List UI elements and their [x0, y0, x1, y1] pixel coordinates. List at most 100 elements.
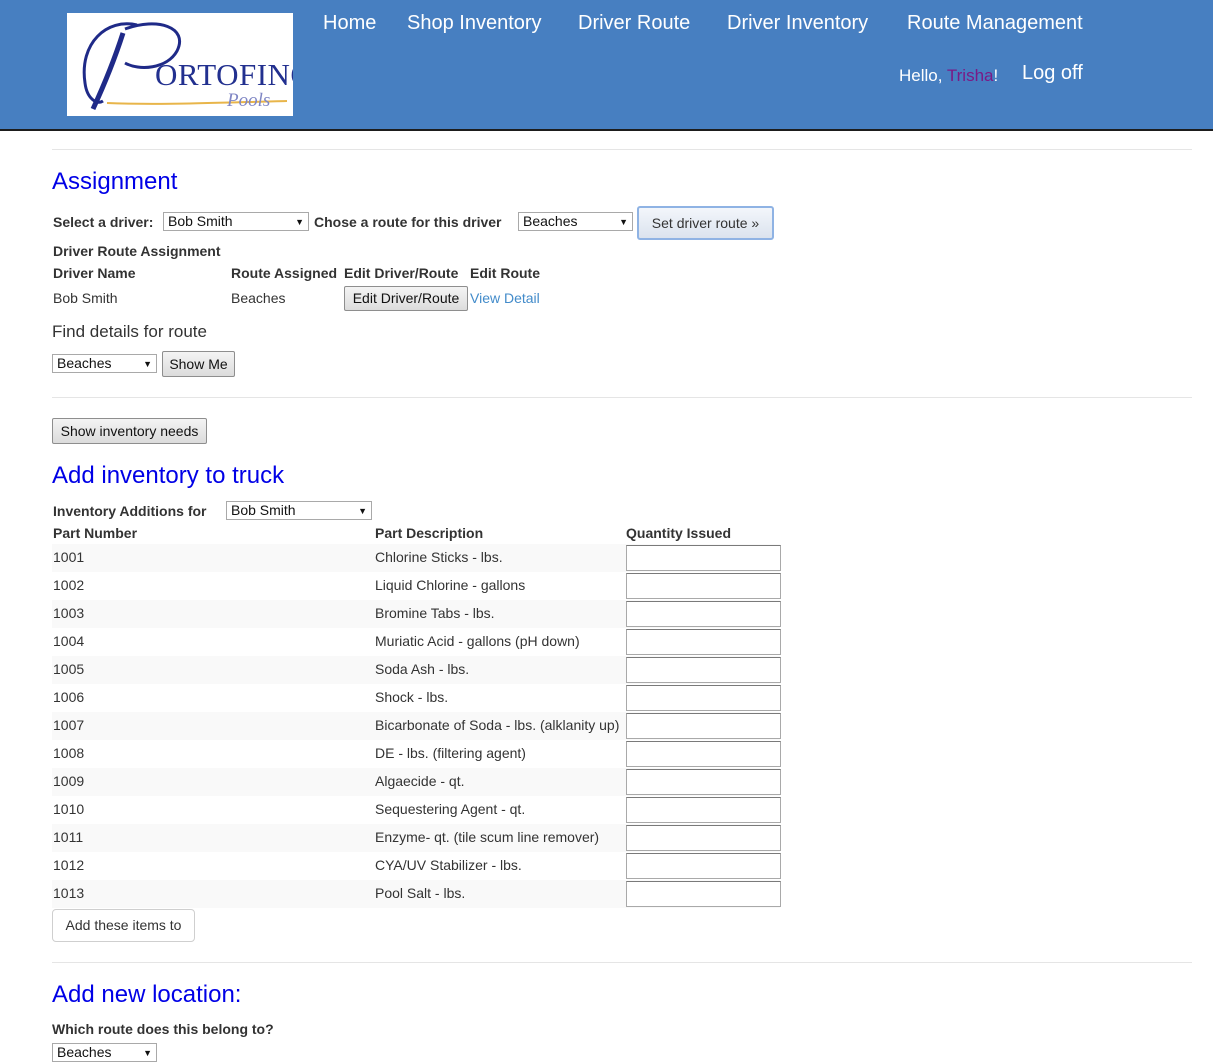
divider [52, 962, 1192, 963]
quantity-input[interactable] [626, 629, 781, 655]
user-greeting: Hello, Trisha! [899, 65, 998, 87]
quantity-input[interactable] [626, 573, 781, 599]
table-row: 1008 DE - lbs. (filtering agent) [52, 740, 781, 768]
log-off-link[interactable]: Log off [1022, 61, 1083, 85]
table-row: 1009 Algaecide - qt. [52, 768, 781, 796]
add-inventory-heading: Add inventory to truck [52, 462, 285, 489]
col-part-description: Part Description [375, 525, 484, 541]
find-route-select[interactable]: Beaches ▼ [52, 354, 157, 373]
find-route-details-label: Find details for route [52, 322, 207, 341]
divider [52, 149, 1192, 150]
part-description: Pool Salt - lbs. [375, 885, 466, 901]
greeting-prefix: Hello, [899, 66, 947, 85]
part-number: 1011 [53, 829, 84, 845]
part-description: Algaecide - qt. [375, 773, 465, 789]
col-edit-route: Edit Route [470, 265, 540, 281]
location-route-select[interactable]: Beaches ▼ [52, 1043, 157, 1062]
route-select[interactable]: Beaches ▼ [518, 212, 633, 231]
part-number: 1005 [53, 661, 85, 677]
table-row: 1012 CYA/UV Stabilizer - lbs. [52, 852, 781, 880]
table-row: 1002 Liquid Chlorine - gallons [52, 572, 781, 600]
find-route-select-value: Beaches [57, 355, 112, 371]
nav-driver-inventory[interactable]: Driver Inventory [727, 11, 868, 35]
part-description: CYA/UV Stabilizer - lbs. [375, 857, 522, 873]
nav-shop-inventory[interactable]: Shop Inventory [407, 11, 542, 35]
nav-home[interactable]: Home [323, 11, 376, 35]
add-new-location-heading: Add new location: [52, 981, 242, 1008]
part-number: 1009 [53, 773, 85, 789]
route-question-label: Which route does this belong to? [52, 1021, 274, 1037]
part-description: Shock - lbs. [375, 689, 449, 705]
part-description: DE - lbs. (filtering agent) [375, 745, 526, 761]
quantity-input[interactable] [626, 797, 781, 823]
set-driver-route-button[interactable]: Set driver route » [637, 206, 774, 240]
quantity-input[interactable] [626, 713, 781, 739]
driver-select[interactable]: Bob Smith ▼ [163, 212, 309, 231]
assigned-driver-name: Bob Smith [53, 290, 118, 306]
portofino-pools-logo[interactable]: ORTOFINO Pools [67, 13, 293, 116]
logo-brand-text: ORTOFINO [155, 57, 293, 92]
table-row: 1003 Bromine Tabs - lbs. [52, 600, 781, 628]
greeting-suffix: ! [993, 66, 999, 85]
part-description: Muriatic Acid - gallons (pH down) [375, 633, 580, 649]
quantity-input[interactable] [626, 825, 781, 851]
dropdown-arrow-icon: ▼ [619, 217, 628, 227]
top-navbar: ORTOFINO Pools Home Shop Inventory Drive… [0, 0, 1213, 131]
col-quantity-issued: Quantity Issued [626, 525, 732, 541]
assignment-heading: Assignment [52, 168, 178, 195]
route-select-label: Chose a route for this driver [314, 214, 502, 230]
part-description: Bromine Tabs - lbs. [375, 605, 495, 621]
inventory-driver-select[interactable]: Bob Smith ▼ [226, 501, 372, 520]
location-route-select-value: Beaches [57, 1044, 112, 1060]
part-number: 1002 [53, 577, 85, 593]
show-me-button[interactable]: Show Me [162, 351, 235, 377]
part-number: 1006 [53, 689, 85, 705]
part-number: 1007 [53, 717, 85, 733]
table-row: 1004 Muriatic Acid - gallons (pH down) [52, 628, 781, 656]
select-driver-label: Select a driver: [53, 214, 154, 230]
table-row: 1007 Bicarbonate of Soda - lbs. (alklanit… [52, 712, 781, 740]
table-row: 1001 Chlorine Sticks - lbs. [52, 544, 781, 572]
quantity-input[interactable] [626, 545, 781, 571]
quantity-input[interactable] [626, 769, 781, 795]
dropdown-arrow-icon: ▼ [295, 217, 304, 227]
driver-route-assignment-heading: Driver Route Assignment [53, 243, 221, 259]
col-driver-name: Driver Name [53, 265, 136, 281]
dropdown-arrow-icon: ▼ [143, 1048, 152, 1058]
add-items-to-truck-button[interactable]: Add these items to [52, 909, 195, 942]
part-number: 1010 [53, 801, 85, 817]
username-link[interactable]: Trisha [947, 66, 994, 85]
edit-driver-route-button[interactable]: Edit Driver/Route [344, 286, 468, 311]
assigned-route-name: Beaches [231, 290, 286, 306]
part-description: Chlorine Sticks - lbs. [375, 549, 503, 565]
divider [52, 397, 1192, 398]
part-description: Sequestering Agent - qt. [375, 801, 526, 817]
table-row: 1010 Sequestering Agent - qt. [52, 796, 781, 824]
quantity-input[interactable] [626, 881, 781, 907]
nav-driver-route[interactable]: Driver Route [578, 11, 690, 35]
part-description: Bicarbonate of Soda - lbs. (alklanity up… [375, 717, 620, 733]
table-row: 1013 Pool Salt - lbs. [52, 880, 781, 908]
driver-select-value: Bob Smith [168, 213, 233, 229]
quantity-input[interactable] [626, 853, 781, 879]
quantity-input[interactable] [626, 685, 781, 711]
table-row: 1011 Enzyme- qt. (tile scum line remover) [52, 824, 781, 852]
part-number: 1012 [53, 857, 85, 873]
part-number: 1008 [53, 745, 85, 761]
part-number: 1004 [53, 633, 85, 649]
quantity-input[interactable] [626, 601, 781, 627]
nav-route-management[interactable]: Route Management [907, 11, 1083, 35]
part-description: Enzyme- qt. (tile scum line remover) [375, 829, 600, 845]
dropdown-arrow-icon: ▼ [143, 359, 152, 369]
table-row: 1006 Shock - lbs. [52, 684, 781, 712]
part-description: Soda Ash - lbs. [375, 661, 470, 677]
view-detail-link[interactable]: View Detail [470, 289, 540, 307]
part-number: 1001 [53, 549, 85, 565]
part-number: 1003 [53, 605, 85, 621]
quantity-input[interactable] [626, 657, 781, 683]
part-number: 1013 [53, 885, 85, 901]
quantity-input[interactable] [626, 741, 781, 767]
route-select-value: Beaches [523, 213, 578, 229]
inventory-driver-select-value: Bob Smith [231, 502, 296, 518]
show-inventory-needs-button[interactable]: Show inventory needs [52, 418, 207, 444]
